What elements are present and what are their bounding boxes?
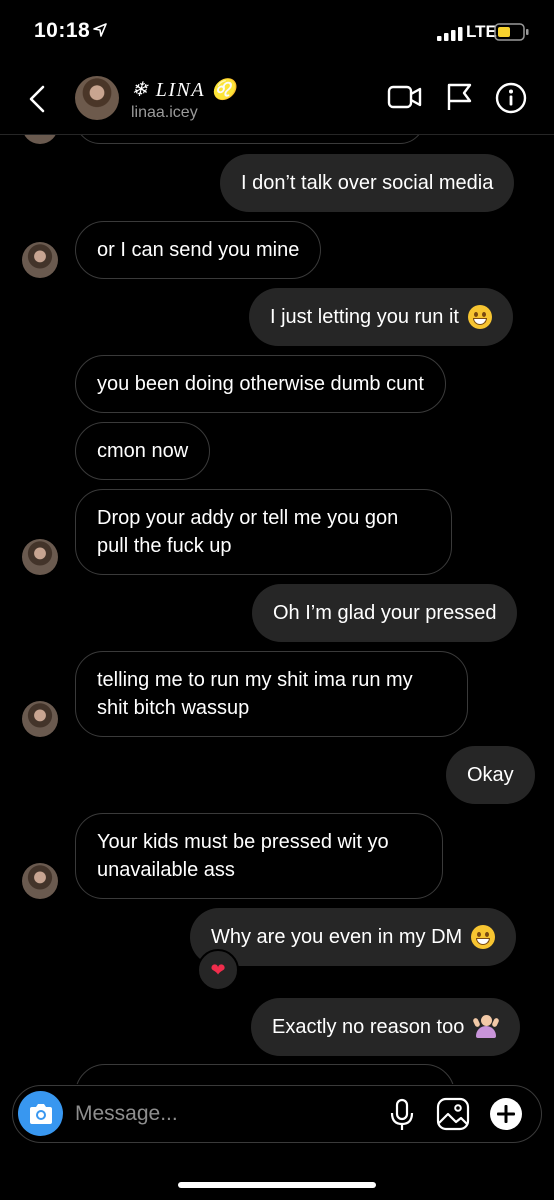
camera-icon: [29, 1103, 52, 1124]
message-text: or I can send you mine: [97, 239, 300, 261]
microphone-icon[interactable]: [389, 1098, 415, 1137]
message-text: Why are you even in my DM: [211, 926, 463, 948]
chat-header: ❄ LINA ♌ linaa.icey: [0, 66, 554, 135]
message-out[interactable]: I don’t talk over social media: [220, 154, 515, 212]
flag-icon[interactable]: [446, 82, 474, 117]
camera-button[interactable]: [18, 1091, 63, 1136]
signal-icon: [437, 27, 463, 46]
heart-reaction-icon[interactable]: ❤: [197, 949, 239, 991]
message-thread[interactable]: I don’t talk over social media or I can …: [0, 134, 554, 1084]
message-in[interactable]: or I can send you mine: [75, 221, 322, 279]
battery-icon: [494, 22, 530, 47]
avatar: [22, 539, 58, 575]
message-out[interactable]: Why are you even in my DM: [190, 908, 517, 966]
message-out[interactable]: Okay: [446, 746, 535, 804]
message-input[interactable]: [75, 1086, 365, 1141]
message-out[interactable]: Oh I’m glad your pressed: [252, 584, 518, 642]
avatar: [22, 863, 58, 899]
message-text: Okay: [467, 764, 514, 786]
message-in[interactable]: you been doing otherwise dumb cunt: [75, 355, 446, 413]
message-in[interactable]: Drop your addy or tell me you gon pull t…: [75, 489, 452, 575]
message-bubble-partial: [75, 134, 425, 144]
contact-username[interactable]: linaa.icey: [131, 104, 198, 122]
avatar[interactable]: [75, 76, 119, 120]
gallery-icon[interactable]: [436, 1097, 470, 1136]
message-text: cmon now: [97, 440, 189, 462]
avatar: [22, 701, 58, 737]
shrug-emoji-icon: [472, 1014, 501, 1040]
message-text: you been doing otherwise dumb cunt: [97, 373, 424, 395]
message-text: Oh I’m glad your pressed: [273, 602, 497, 624]
contact-name[interactable]: ❄ LINA ♌: [131, 77, 238, 102]
network-type: LTE: [466, 22, 497, 41]
message-text: I don’t talk over social media: [241, 172, 494, 194]
avatar: [22, 134, 58, 144]
plus-icon: [490, 1098, 522, 1130]
status-time: 10:18: [34, 19, 91, 42]
message-composer: [12, 1085, 542, 1143]
message-out[interactable]: Exactly no reason too: [251, 998, 521, 1056]
back-chevron-icon[interactable]: [26, 84, 48, 119]
home-indicator[interactable]: [178, 1182, 376, 1188]
message-in[interactable]: cmon now: [75, 422, 211, 480]
info-icon[interactable]: [495, 82, 527, 119]
status-bar: 10:18 LTE: [0, 0, 554, 66]
message-in[interactable]: Your kids must be pressed wit yo unavail…: [75, 813, 443, 899]
video-call-icon[interactable]: [387, 82, 423, 117]
message-in[interactable]: telling me to run my shit ima run my shi…: [75, 651, 468, 737]
location-arrow-icon: [92, 22, 108, 43]
message-text: Exactly no reason too: [272, 1016, 465, 1038]
message-text: Your kids must be pressed wit yo unavail…: [97, 831, 389, 881]
add-button[interactable]: [489, 1097, 523, 1136]
message-text: Drop your addy or tell me you gon pull t…: [97, 507, 399, 557]
grinning-emoji-icon: [467, 305, 492, 329]
avatar: [22, 242, 58, 278]
message-out[interactable]: I just letting you run it: [249, 288, 513, 346]
message-text: I just letting you run it: [270, 306, 459, 328]
message-bubble-partial: [75, 1064, 455, 1084]
grinning-emoji-icon: [471, 925, 496, 949]
message-text: telling me to run my shit ima run my shi…: [97, 669, 413, 719]
